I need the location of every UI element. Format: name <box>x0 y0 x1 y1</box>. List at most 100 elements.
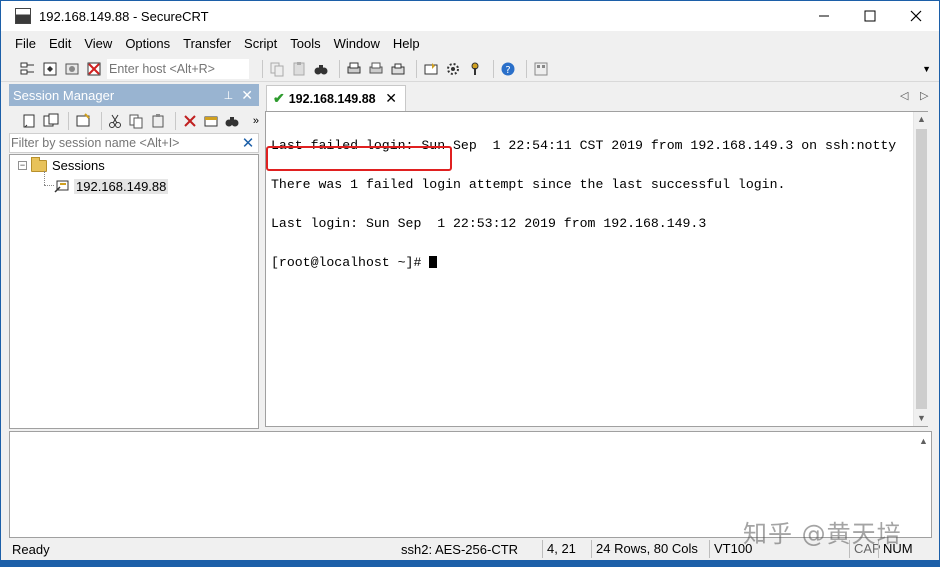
scroll-up-icon[interactable]: ▲ <box>916 434 931 449</box>
paste-icon[interactable] <box>290 60 308 78</box>
toolbar-separator <box>339 59 340 78</box>
menu-file[interactable]: File <box>15 36 36 51</box>
terminal-prompt-line: [root@localhost ~]# <box>271 256 927 269</box>
tree-connector <box>44 185 54 186</box>
minimize-button[interactable] <box>801 1 847 31</box>
tab-label: 192.168.149.88 <box>288 91 376 106</box>
toolbar-separator <box>262 59 263 78</box>
command-window-scrollbar[interactable]: ▲ <box>916 434 931 536</box>
session-manager-header: Session Manager ⊥ ✕ <box>9 84 259 106</box>
maximize-icon <box>864 10 876 22</box>
toolbar: ? ▼ <box>1 56 939 82</box>
tree-item-sessions[interactable]: − Sessions <box>18 156 105 173</box>
tab-scroll-right-icon[interactable]: ▷ <box>920 89 928 102</box>
close-button[interactable] <box>893 1 939 31</box>
cut-icon[interactable] <box>107 112 124 130</box>
watermark-text: 知乎 @黄天培 <box>743 520 902 548</box>
find-session-icon[interactable] <box>224 112 241 130</box>
toolbar-separator <box>100 111 102 130</box>
global-options-icon[interactable] <box>444 60 462 78</box>
terminal-cursor <box>429 256 438 268</box>
menu-bar: File Edit View Options Transfer Script T… <box>1 32 939 55</box>
scroll-up-icon[interactable]: ▲ <box>914 112 929 127</box>
status-cipher: ssh2: AES-256-CTR <box>401 542 519 557</box>
terminal-line: Last login: Sun Sep 1 22:53:12 2019 from… <box>271 216 707 231</box>
maximize-button[interactable] <box>847 1 893 31</box>
enter-host-input[interactable] <box>107 58 249 79</box>
paste-session-icon[interactable] <box>149 112 166 130</box>
tree-item-session[interactable]: 192.168.149.88 <box>54 178 169 194</box>
close-icon <box>910 10 922 22</box>
overflow-chevron-icon[interactable]: » <box>253 115 259 127</box>
menu-transfer[interactable]: Transfer <box>183 36 231 51</box>
pin-icon[interactable]: ⊥ <box>224 89 234 102</box>
connected-check-icon: ✔ <box>273 90 285 106</box>
tab-close-icon[interactable]: ✕ <box>385 90 397 107</box>
splitter[interactable] <box>260 84 264 430</box>
toolbar-separator <box>68 111 70 130</box>
scrollbar-thumb[interactable] <box>916 129 927 409</box>
tree-session-label: 192.168.149.88 <box>74 178 169 194</box>
window-bottom-border <box>1 560 939 566</box>
status-cursor-position: 4, 21 <box>542 540 576 558</box>
securecrt-window: 192.168.149.88 - SecureCRT File Edit Vie… <box>0 0 940 567</box>
print-icon[interactable] <box>345 60 363 78</box>
status-ready: Ready <box>12 542 50 557</box>
session-filter: ✕ <box>9 133 259 153</box>
collapse-icon[interactable]: − <box>18 161 27 170</box>
tab-session[interactable]: ✔ 192.168.149.88 ✕ <box>266 85 406 111</box>
menu-view[interactable]: View <box>84 36 112 51</box>
tab-scroll-left-icon[interactable]: ◁ <box>900 89 908 102</box>
connect-tab-icon[interactable] <box>63 60 81 78</box>
prompt-highlight-box <box>266 146 452 171</box>
properties-icon[interactable] <box>202 112 219 130</box>
find-icon[interactable] <box>312 60 330 78</box>
toolbar-chevron-down-icon[interactable]: ▼ <box>922 64 931 74</box>
session-filter-input[interactable] <box>10 135 238 151</box>
tab-bar: ✔ 192.168.149.88 ✕ ◁ ▷ <box>264 84 939 111</box>
key-icon[interactable] <box>466 60 484 78</box>
menu-edit[interactable]: Edit <box>49 36 71 51</box>
toolbar-separator <box>526 59 527 78</box>
toolbar-separator <box>175 111 177 130</box>
clear-filter-icon[interactable]: ✕ <box>238 134 258 152</box>
title-bar: 192.168.149.88 - SecureCRT <box>1 1 939 31</box>
session-options-icon[interactable] <box>422 60 440 78</box>
terminal-prompt: [root@localhost ~]# <box>271 255 430 270</box>
status-terminal-size: 24 Rows, 80 Cols <box>591 540 698 558</box>
quick-connect-icon[interactable] <box>41 60 59 78</box>
session-manager-close-icon[interactable]: ✕ <box>241 87 253 104</box>
menu-window[interactable]: Window <box>334 36 380 51</box>
toolbar-separator <box>416 59 417 78</box>
folder-icon <box>31 156 47 172</box>
menu-help[interactable]: Help <box>393 36 420 51</box>
copy-icon[interactable] <box>268 60 286 78</box>
right-border-strip <box>929 111 939 429</box>
disconnect-icon[interactable] <box>85 60 103 78</box>
app-icon <box>15 8 31 24</box>
toolbar-separator <box>493 59 494 78</box>
session-icon <box>54 180 69 193</box>
delete-icon[interactable] <box>181 112 198 130</box>
connect-icon[interactable] <box>19 60 37 78</box>
connect-session-icon[interactable] <box>21 112 38 130</box>
printer-icon[interactable] <box>389 60 407 78</box>
window-title: 192.168.149.88 - SecureCRT <box>39 8 209 24</box>
menu-options[interactable]: Options <box>125 36 170 51</box>
scroll-down-icon[interactable]: ▼ <box>914 411 929 426</box>
copy-session-icon[interactable] <box>128 112 145 130</box>
keymap-icon[interactable] <box>532 60 550 78</box>
tree-connector <box>44 171 45 185</box>
menu-script[interactable]: Script <box>244 36 277 51</box>
tree-folder-label: Sessions <box>52 158 105 173</box>
session-manager-toolbar: » <box>9 108 259 133</box>
session-manager-title: Session Manager <box>13 87 115 103</box>
menu-tools[interactable]: Tools <box>290 36 320 51</box>
connect-in-tab-icon[interactable] <box>42 112 59 130</box>
minimize-icon <box>819 15 829 17</box>
help-icon[interactable]: ? <box>499 60 517 78</box>
new-session-icon[interactable] <box>74 112 91 130</box>
print-selection-icon[interactable] <box>367 60 385 78</box>
terminal-scrollbar[interactable]: ▲ ▼ <box>913 112 928 426</box>
svg-text:?: ? <box>505 65 510 76</box>
